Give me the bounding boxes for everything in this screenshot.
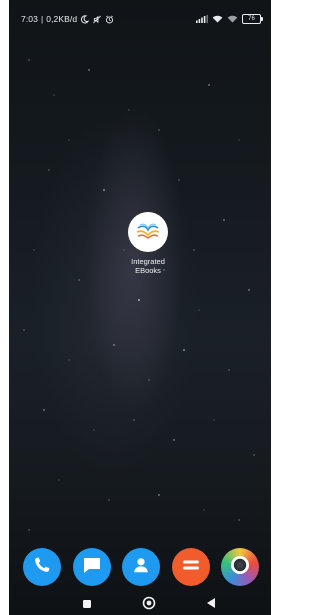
calculator-icon[interactable]: [182, 558, 200, 577]
alarm-icon: [105, 15, 114, 24]
camera-app[interactable]: [221, 548, 259, 586]
app-label-line2: EBooks: [135, 266, 161, 275]
dock: [23, 546, 259, 588]
wifi-icon: [212, 15, 223, 23]
home-screen: 7:03 | 0,2KB/d 76 Integrated EBooks: [9, 0, 271, 615]
status-time: 7:03: [21, 14, 38, 24]
signal-icon: [196, 15, 208, 23]
mute-icon: [92, 15, 102, 24]
recents-button[interactable]: [78, 597, 96, 613]
messages-icon[interactable]: [82, 556, 102, 579]
app-integrated-ebooks[interactable]: Integrated EBooks: [109, 212, 187, 275]
phone-app[interactable]: [23, 548, 61, 586]
integrated-ebooks-icon[interactable]: [128, 212, 168, 252]
back-button[interactable]: [202, 597, 220, 613]
battery-icon: 76: [242, 14, 263, 24]
back-icon[interactable]: [206, 596, 216, 614]
home-button[interactable]: [140, 596, 158, 615]
wifi-icon-2: [227, 15, 238, 23]
contacts-icon[interactable]: [132, 556, 150, 579]
status-right: 76: [196, 14, 263, 24]
app-label: Integrated EBooks: [113, 257, 183, 275]
navigation-bar: [9, 595, 271, 615]
status-separator: |: [40, 14, 44, 24]
app-label-line1: Integrated: [131, 257, 165, 266]
phone-icon[interactable]: [33, 556, 51, 579]
calculator-app[interactable]: [171, 548, 210, 586]
wallpaper-stars: [23, 59, 255, 531]
home-circle-icon[interactable]: [142, 596, 156, 615]
status-left: 7:03 | 0,2KB/d: [21, 14, 114, 24]
camera-icon[interactable]: [227, 552, 253, 583]
messages-app[interactable]: [72, 548, 111, 586]
square-icon[interactable]: [82, 596, 92, 614]
status-net-speed: 0,2KB/d: [46, 14, 78, 24]
battery-level: 76: [248, 16, 255, 22]
contacts-app[interactable]: [122, 548, 160, 586]
moon-icon: [80, 14, 90, 24]
status-bar: 7:03 | 0,2KB/d 76: [9, 0, 271, 40]
